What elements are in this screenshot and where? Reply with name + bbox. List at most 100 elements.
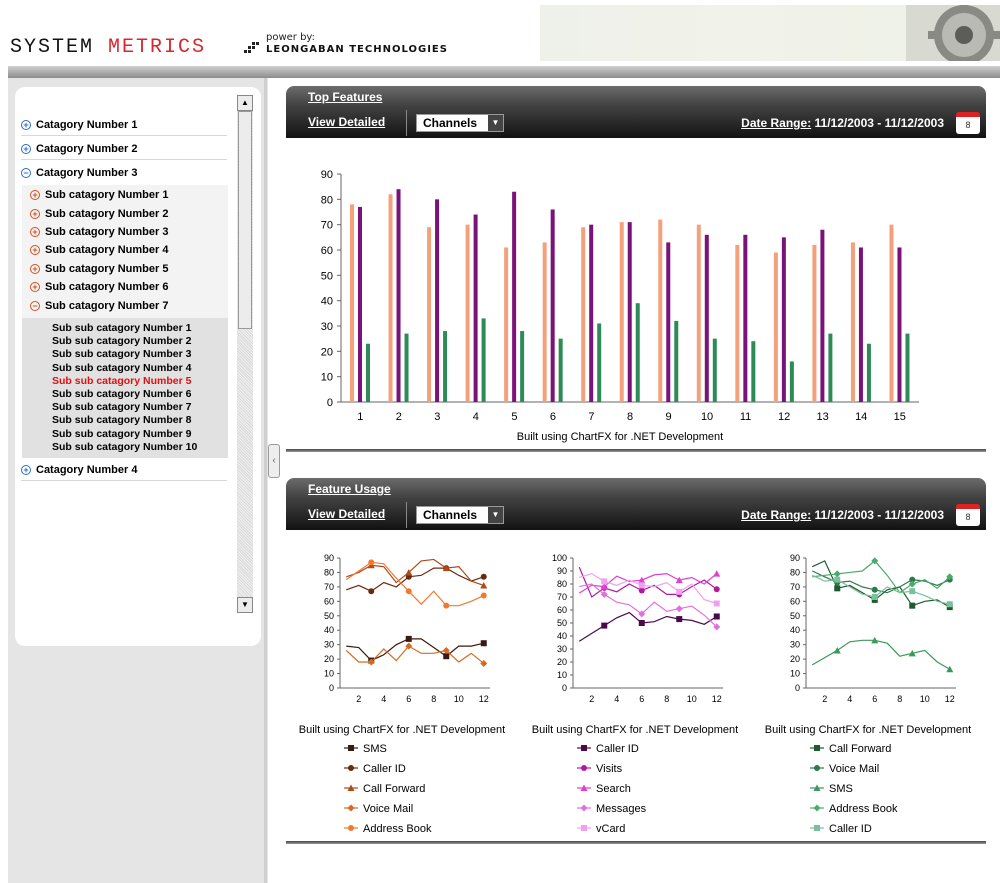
y-tick-label: 10 bbox=[790, 669, 800, 679]
legend-label: Voice Mail bbox=[363, 803, 413, 815]
x-tick-label: 7 bbox=[588, 411, 594, 423]
nav-subsub-9[interactable]: Sub sub catagory Number 9 bbox=[52, 428, 191, 441]
bar bbox=[820, 229, 825, 402]
bar bbox=[850, 242, 855, 402]
nav-category-3[interactable]: − Catagory Number 3 bbox=[21, 162, 227, 184]
y-tick-label: 70 bbox=[557, 592, 567, 602]
data-point bbox=[638, 620, 645, 626]
collapse-pane-button[interactable]: ‹ bbox=[268, 444, 280, 478]
x-tick-label: 8 bbox=[627, 411, 633, 423]
nav-subcategory-1[interactable]: + Sub catagory Number 1 bbox=[30, 186, 168, 204]
nav-subcategory-3[interactable]: + Sub catagory Number 3 bbox=[30, 223, 168, 241]
view-detailed-link[interactable]: View Detailed bbox=[308, 115, 385, 129]
nav-subsub-1[interactable]: Sub sub catagory Number 1 bbox=[52, 322, 191, 335]
x-tick-label: 12 bbox=[945, 694, 955, 704]
bar bbox=[619, 222, 624, 402]
bar bbox=[473, 214, 478, 402]
series-line bbox=[811, 574, 950, 605]
data-point bbox=[834, 585, 841, 592]
calendar-icon[interactable]: 8 bbox=[956, 504, 980, 526]
bar bbox=[358, 206, 362, 402]
x-tick-label: 15 bbox=[894, 411, 906, 423]
nav-subcategory-4[interactable]: + Sub catagory Number 4 bbox=[30, 241, 168, 259]
data-point bbox=[814, 745, 820, 751]
x-axis-label: Built using ChartFX for .NET Development bbox=[299, 724, 505, 736]
x-tick-label: 10 bbox=[701, 411, 713, 423]
series-line bbox=[811, 639, 951, 670]
x-tick-label: 2 bbox=[822, 694, 827, 704]
nav-subsub-3[interactable]: Sub sub catagory Number 3 bbox=[52, 348, 191, 361]
expand-icon[interactable]: + bbox=[30, 227, 40, 237]
y-tick-label: 70 bbox=[321, 220, 333, 232]
nav-subcategory-7[interactable]: − Sub catagory Number 7 bbox=[30, 297, 168, 315]
collapse-icon[interactable]: − bbox=[30, 301, 40, 311]
expand-icon[interactable]: + bbox=[21, 120, 31, 130]
x-axis-label: Built using ChartFX for .NET Development bbox=[517, 431, 723, 443]
bar bbox=[427, 227, 432, 402]
data-point bbox=[601, 578, 608, 585]
x-tick-label: 2 bbox=[356, 694, 361, 704]
view-detailed-link[interactable]: View Detailed bbox=[308, 507, 385, 521]
channels-select[interactable]: Channels ▼ bbox=[416, 506, 504, 524]
panel-toolbar: View Detailed Channels ▼ Date Range: 11/1… bbox=[286, 500, 986, 530]
chevron-down-icon[interactable]: ▼ bbox=[488, 115, 503, 131]
nav-subcategory-5[interactable]: + Sub catagory Number 5 bbox=[30, 260, 168, 278]
nav-subsub-10[interactable]: Sub sub catagory Number 10 bbox=[52, 441, 197, 454]
expand-icon[interactable]: + bbox=[30, 245, 40, 255]
nav-category-2[interactable]: + Catagory Number 2 bbox=[21, 138, 227, 160]
feature-usage-line-chart: 0 10 20 30 40 50 60 70 80 90 100 2 4 6 8 10 12 Built usin… bbox=[532, 553, 738, 835]
expand-icon[interactable]: + bbox=[30, 282, 40, 292]
y-tick-label: 90 bbox=[321, 169, 333, 181]
nav-subsub-2[interactable]: Sub sub catagory Number 2 bbox=[52, 335, 191, 348]
scrollbar-thumb[interactable] bbox=[238, 111, 252, 329]
nav-subsub-6[interactable]: Sub sub catagory Number 6 bbox=[52, 388, 191, 401]
nav-subcategory-2[interactable]: + Sub catagory Number 2 bbox=[30, 205, 168, 223]
x-tick-label: 6 bbox=[406, 694, 411, 704]
toolbar-separator bbox=[406, 110, 407, 136]
subcategory-list: + Sub catagory Number 1 + Sub catagory Num… bbox=[22, 185, 228, 318]
nav-scrollbar[interactable]: ▲ ▼ bbox=[237, 95, 253, 613]
y-tick-label: 30 bbox=[790, 640, 800, 650]
scroll-up-button[interactable]: ▲ bbox=[237, 95, 253, 111]
top-features-title-link[interactable]: Top Features bbox=[308, 90, 382, 104]
data-point bbox=[368, 559, 375, 566]
expand-icon[interactable]: + bbox=[21, 144, 31, 154]
scroll-down-button[interactable]: ▼ bbox=[237, 597, 253, 613]
series-line bbox=[578, 611, 718, 642]
app-logo: SYSTEM METRICS bbox=[10, 36, 207, 59]
data-point bbox=[909, 588, 916, 595]
expand-icon[interactable]: + bbox=[30, 190, 40, 200]
legend-label: Address Book bbox=[829, 803, 898, 815]
nav-subsub-7[interactable]: Sub sub catagory Number 7 bbox=[52, 401, 191, 414]
bar bbox=[443, 331, 448, 402]
y-tick-label: 80 bbox=[557, 579, 567, 589]
bar bbox=[658, 219, 663, 402]
expand-icon[interactable]: + bbox=[30, 209, 40, 219]
legend-label: Visits bbox=[596, 763, 623, 775]
expand-icon[interactable]: + bbox=[30, 264, 40, 274]
feature-usage-title-link[interactable]: Feature Usage bbox=[308, 482, 391, 496]
expand-icon[interactable]: + bbox=[21, 465, 31, 475]
bar bbox=[712, 338, 717, 402]
bar bbox=[781, 237, 786, 402]
chevron-down-icon[interactable]: ▼ bbox=[488, 507, 503, 523]
nav-category-4[interactable]: + Catagory Number 4 bbox=[21, 459, 227, 481]
bar bbox=[350, 204, 354, 402]
nav-category-1[interactable]: + Catagory Number 1 bbox=[21, 114, 227, 136]
nav-subcategory-6[interactable]: + Sub catagory Number 6 bbox=[30, 278, 168, 296]
calendar-icon[interactable]: 8 bbox=[956, 112, 980, 134]
x-tick-label: 6 bbox=[550, 411, 556, 423]
collapse-icon[interactable]: − bbox=[21, 168, 31, 178]
bar bbox=[589, 224, 594, 402]
panel-footer bbox=[286, 449, 986, 452]
nav-subsub-8[interactable]: Sub sub catagory Number 8 bbox=[52, 414, 191, 427]
data-point bbox=[676, 616, 683, 623]
y-tick-label: 40 bbox=[790, 625, 800, 635]
channels-select[interactable]: Channels ▼ bbox=[416, 114, 504, 132]
bar bbox=[388, 194, 393, 402]
nav-subsub-5-active[interactable]: Sub sub catagory Number 5 bbox=[52, 375, 191, 388]
bar bbox=[704, 234, 709, 402]
panel-header: Feature Usage bbox=[286, 478, 986, 500]
y-tick-label: 80 bbox=[324, 567, 334, 577]
nav-subsub-4[interactable]: Sub sub catagory Number 4 bbox=[52, 362, 191, 375]
